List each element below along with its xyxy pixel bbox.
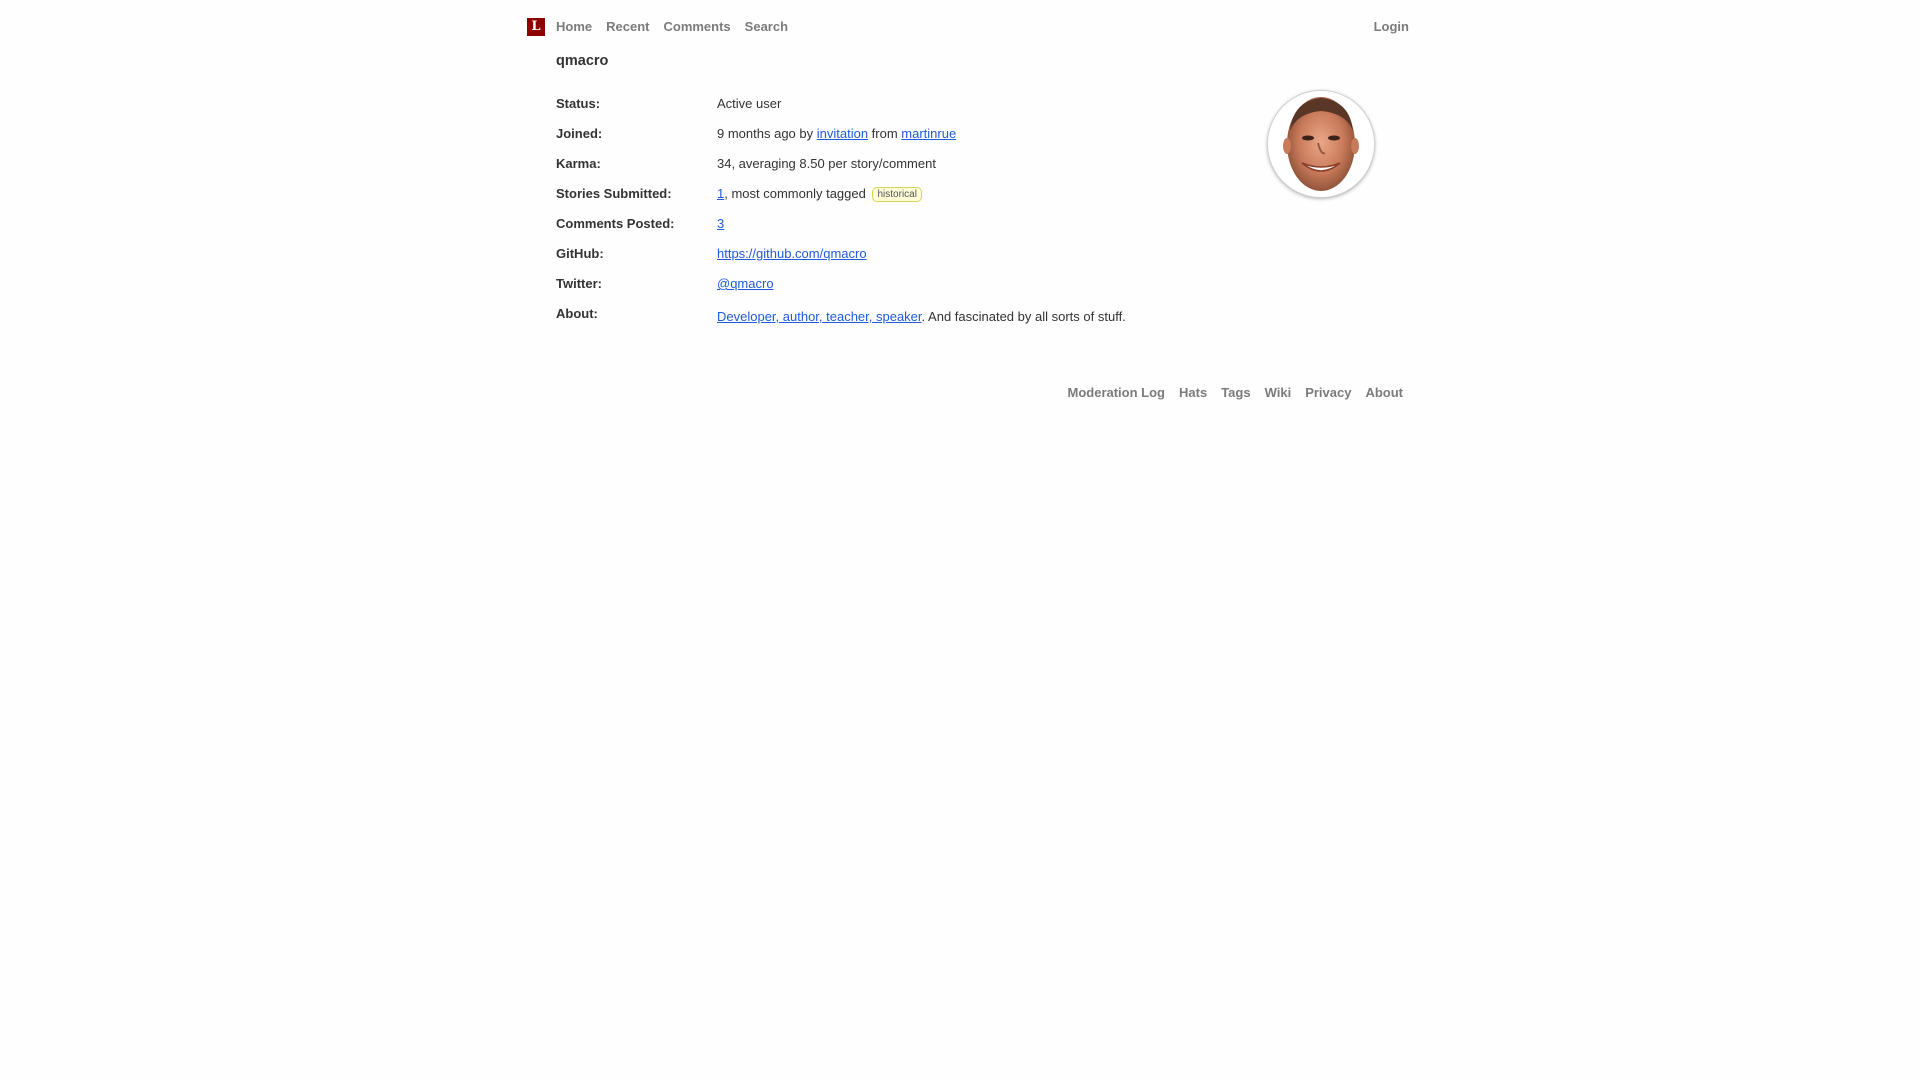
page: L Home Recent Comments Search Login qmac… <box>0 0 1920 1080</box>
github-value: https://github.com/qmacro <box>717 246 867 262</box>
twitter-label: Twitter: <box>556 276 602 291</box>
github-link[interactable]: https://github.com/qmacro <box>717 246 867 261</box>
invitation-link[interactable]: invitation <box>817 126 868 141</box>
main-nav: Home Recent Comments Search <box>556 19 788 35</box>
nav-search[interactable]: Search <box>745 19 788 35</box>
github-label: GitHub: <box>556 246 604 261</box>
stories-label: Stories Submitted: <box>556 186 672 201</box>
twitter-value: @qmacro <box>717 276 774 292</box>
page-title-username: qmacro <box>556 53 609 69</box>
footer-moderation-log[interactable]: Moderation Log <box>1068 385 1166 401</box>
site-logo[interactable]: L <box>527 18 545 36</box>
karma-label: Karma: <box>556 156 601 171</box>
login-link[interactable]: Login <box>1374 19 1409 35</box>
nav-recent[interactable]: Recent <box>606 19 649 35</box>
avatar-photo-icon <box>1268 91 1374 197</box>
comments-label: Comments Posted: <box>556 216 675 231</box>
comments-value: 3 <box>717 216 724 232</box>
stories-suffix: , most commonly tagged <box>724 186 866 201</box>
joined-value: 9 months ago by invitation from martinru… <box>717 126 956 142</box>
joined-prefix: 9 months ago by <box>717 126 817 141</box>
about-value: Developer, author, teacher, speaker. And… <box>717 309 1126 325</box>
footer-tags[interactable]: Tags <box>1221 385 1250 401</box>
top-header: L Home Recent Comments Search Login <box>525 17 1410 37</box>
footer-nav: Moderation Log Hats Tags Wiki Privacy Ab… <box>1068 385 1404 401</box>
user-avatar <box>1268 91 1374 197</box>
nav-home[interactable]: Home <box>556 19 592 35</box>
joined-label: Joined: <box>556 126 603 141</box>
karma-value: 34, averaging 8.50 per story/comment <box>717 156 936 171</box>
inviter-link[interactable]: martinrue <box>901 126 956 141</box>
footer-privacy[interactable]: Privacy <box>1305 385 1351 401</box>
status-value: Active user <box>717 96 782 111</box>
about-suffix: . And fascinated by all sorts of stuff. <box>921 309 1126 324</box>
status-label: Status: <box>556 96 601 111</box>
twitter-link[interactable]: @qmacro <box>717 276 774 291</box>
tag-historical[interactable]: historical <box>872 187 922 202</box>
about-link[interactable]: Developer, author, teacher, speaker <box>717 309 922 324</box>
joined-middle: from <box>868 126 902 141</box>
about-label: About: <box>556 306 598 321</box>
comments-count-link[interactable]: 3 <box>717 216 724 231</box>
stories-value: 1, most commonly tagged historical <box>717 186 922 202</box>
footer-wiki[interactable]: Wiki <box>1265 385 1292 401</box>
footer-hats[interactable]: Hats <box>1179 385 1207 401</box>
nav-comments[interactable]: Comments <box>663 19 730 35</box>
footer-about[interactable]: About <box>1365 385 1403 401</box>
